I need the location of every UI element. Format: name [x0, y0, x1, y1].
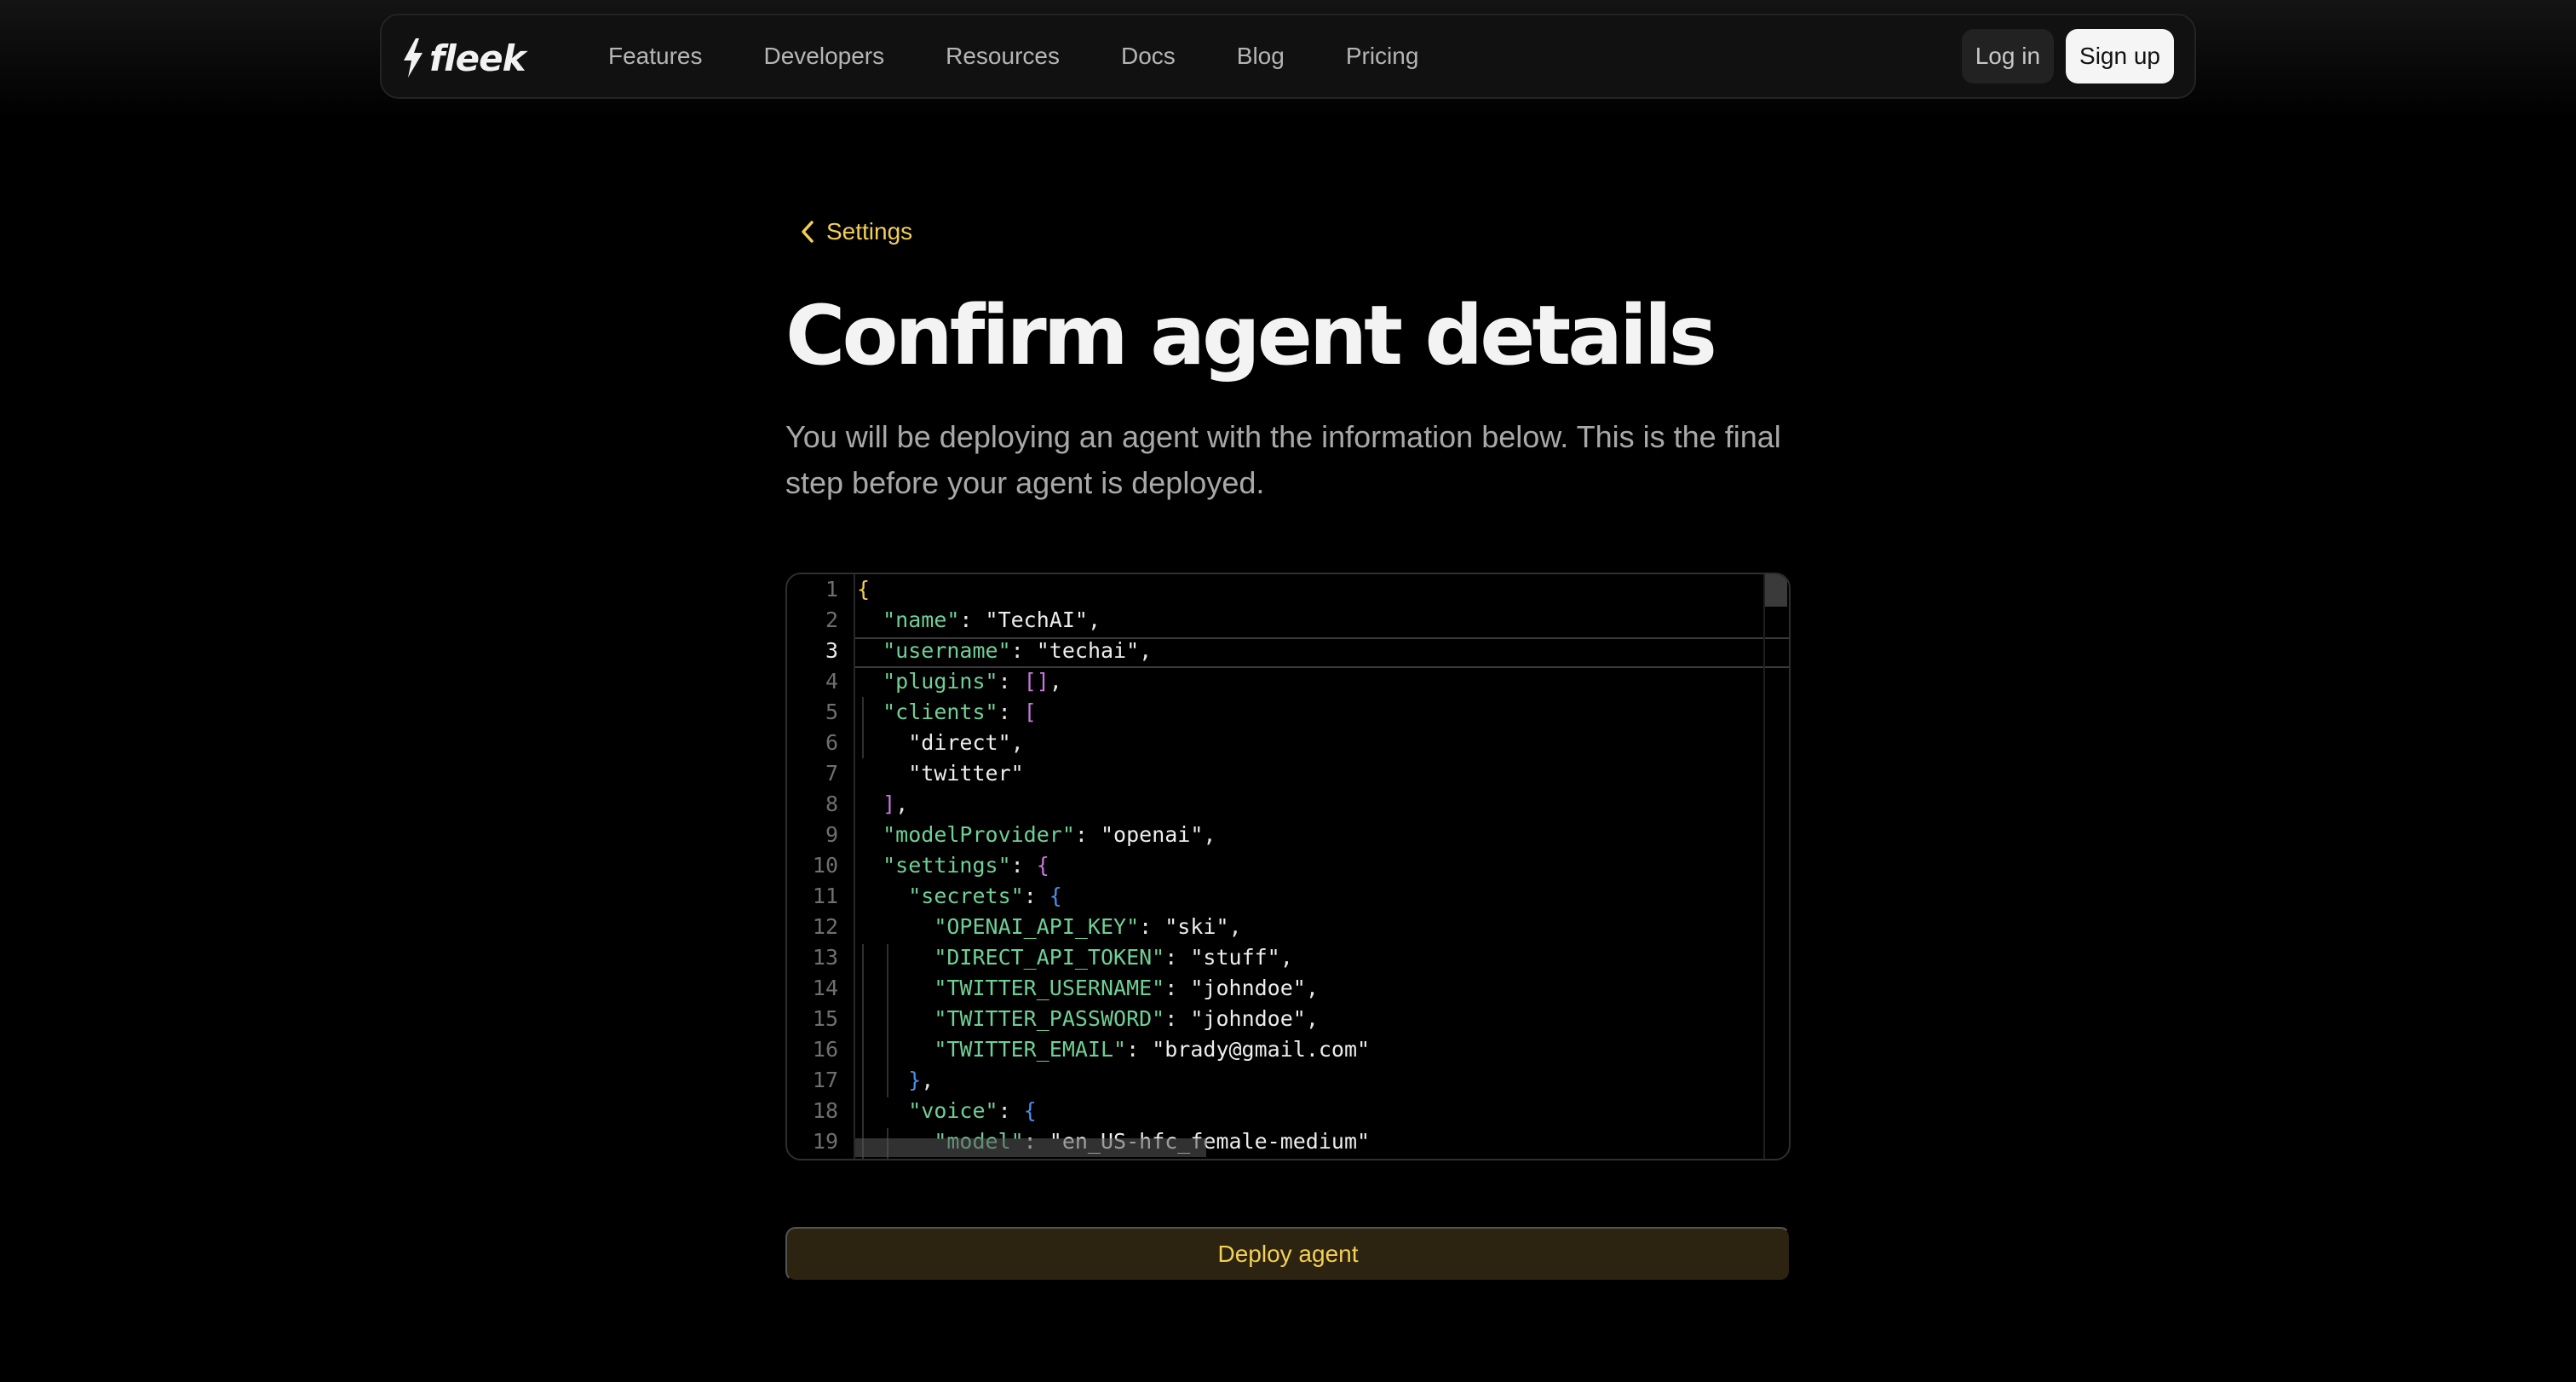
vertical-scrollbar[interactable]: [1763, 574, 1789, 1159]
code-line: "TWITTER_USERNAME": "johndoe",: [934, 976, 1319, 1000]
code-line: "settings": {: [883, 853, 1049, 878]
page-title: Confirm agent details: [785, 288, 1717, 383]
logo-text: fleek: [429, 37, 526, 79]
code-line: "twitter": [908, 761, 1024, 786]
line-number: 17: [812, 1068, 838, 1092]
line-number: 6: [825, 730, 838, 755]
code-line: "direct",: [908, 730, 1024, 755]
page-subtitle: You will be deploying an agent with the …: [785, 419, 1781, 500]
line-number: 16: [812, 1037, 838, 1062]
nav-link-docs[interactable]: Docs: [1121, 43, 1176, 70]
code-line: "voice": {: [908, 1098, 1037, 1123]
fleek-logo[interactable]: fleek: [402, 37, 526, 79]
nav-link-pricing[interactable]: Pricing: [1346, 43, 1419, 70]
nav-link-resources[interactable]: Resources: [946, 43, 1060, 70]
code-line: "username": "techai",: [883, 638, 1153, 663]
nav-link-blog[interactable]: Blog: [1237, 43, 1285, 70]
line-number: 9: [825, 822, 838, 847]
code-line: },: [908, 1068, 934, 1092]
nav-link-developers[interactable]: Developers: [764, 43, 885, 70]
line-number: 14: [812, 976, 838, 1000]
line-number: 10: [812, 853, 838, 878]
code-line: "OPENAI_API_KEY": "ski",: [934, 914, 1242, 939]
back-to-settings-link[interactable]: Settings: [801, 218, 912, 245]
vertical-scrollbar-thumb[interactable]: [1765, 574, 1787, 607]
code-line: "TWITTER_PASSWORD": "johndoe",: [934, 1006, 1319, 1031]
line-number: 8: [825, 792, 838, 816]
code-line: "plugins": [],: [883, 669, 1062, 694]
login-button[interactable]: Log in: [1961, 29, 2055, 83]
code-area[interactable]: { "name": "TechAI", "username": "techai"…: [857, 574, 1763, 1159]
line-number: 2: [825, 608, 838, 632]
lightning-bolt-icon: [404, 38, 423, 78]
line-number: 5: [825, 700, 838, 724]
line-number: 3: [825, 638, 838, 663]
top-navbar: fleek Features Developers Resources Docs…: [380, 14, 2196, 99]
nav-links: Features Developers Resources Docs Blog …: [608, 15, 1480, 97]
agent-json-editor[interactable]: 1 2 3 4 5 6 7 8 9 10 11 12 13 14 15 16 17 18 19 { "name": …: [785, 573, 1791, 1160]
code-line: "clients": [: [883, 700, 1037, 724]
line-number: 11: [812, 884, 838, 908]
code-line: "secrets": {: [908, 884, 1062, 908]
line-number: 13: [812, 945, 838, 970]
line-number: 19: [812, 1129, 838, 1154]
code-line: "modelProvider": "openai",: [883, 822, 1216, 847]
line-number: 15: [812, 1006, 838, 1031]
code-line: "DIRECT_API_TOKEN": "stuff",: [934, 945, 1293, 970]
code-line: ],: [883, 792, 909, 816]
code-line: {: [857, 577, 871, 602]
code-line: "name": "TechAI",: [883, 608, 1101, 632]
deploy-agent-button[interactable]: Deploy agent: [785, 1227, 1791, 1281]
line-number: 4: [825, 669, 838, 694]
signup-button[interactable]: Sign up: [2066, 29, 2174, 83]
line-number: 1: [825, 577, 838, 602]
auth-actions: Log in Sign up: [1961, 29, 2174, 83]
line-number-gutter: 1 2 3 4 5 6 7 8 9 10 11 12 13 14 15 16 17 18 19: [787, 574, 855, 1159]
line-number: 7: [825, 761, 838, 786]
code-line: "TWITTER_EMAIL": "brady@gmail.com": [934, 1037, 1371, 1062]
horizontal-scrollbar-thumb[interactable]: [855, 1138, 1206, 1157]
back-link-label: Settings: [826, 218, 913, 245]
line-number: 12: [812, 914, 838, 939]
nav-link-features[interactable]: Features: [608, 43, 703, 70]
chevron-left-icon: [802, 221, 814, 243]
line-number: 18: [812, 1098, 838, 1123]
